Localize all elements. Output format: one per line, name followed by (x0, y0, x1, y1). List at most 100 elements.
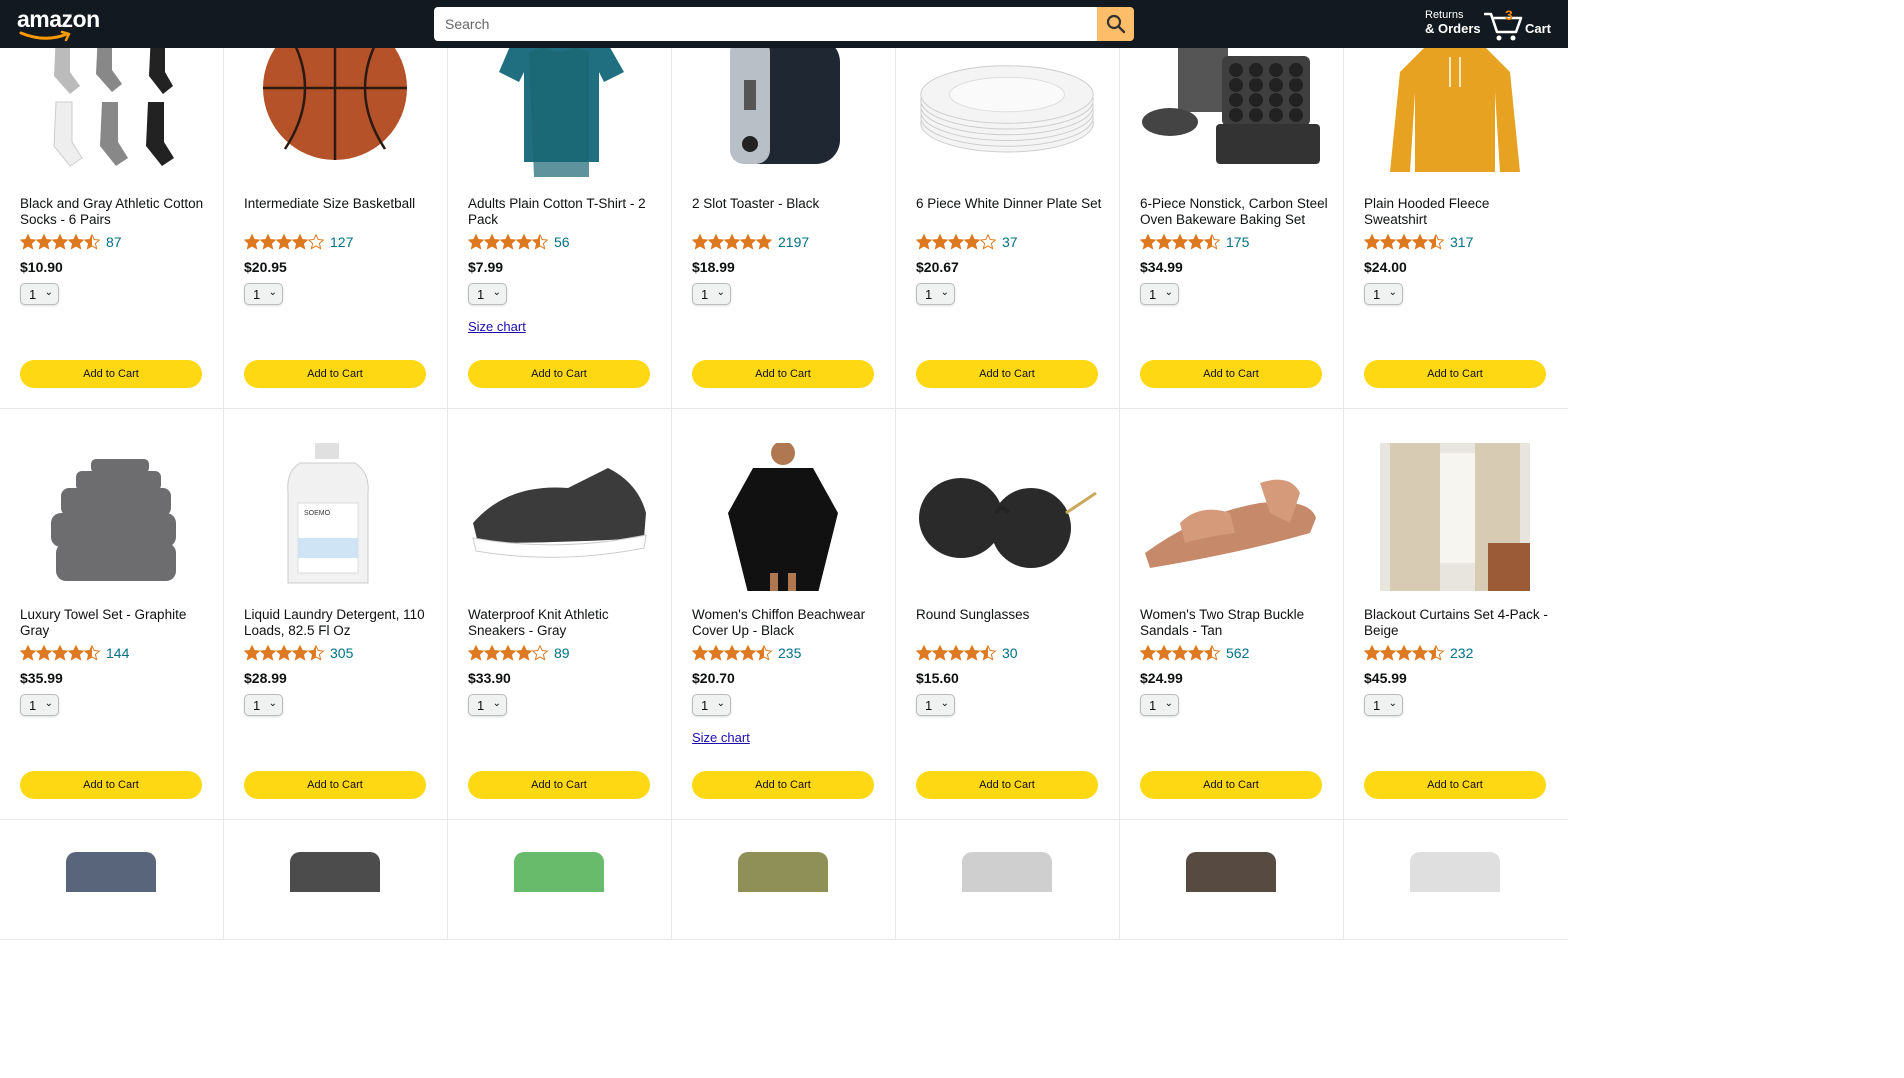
product-image[interactable] (468, 32, 650, 180)
add-to-cart-button[interactable]: Add to Cart (1140, 771, 1322, 799)
review-count-link[interactable]: 56 (554, 234, 570, 250)
star-rating-icon (20, 645, 100, 661)
quantity-value: 1 (477, 697, 485, 713)
quantity-select[interactable]: 1 ⌄ (1364, 283, 1403, 305)
quantity-value: 1 (701, 697, 709, 713)
review-count-link[interactable]: 37 (1002, 234, 1018, 250)
add-to-cart-button[interactable]: Add to Cart (468, 360, 650, 388)
product-rating: 56 (468, 234, 570, 250)
quantity-select[interactable]: 1 ⌄ (916, 283, 955, 305)
review-count-link[interactable]: 232 (1450, 645, 1473, 661)
chevron-down-icon: ⌄ (492, 287, 501, 298)
star-rating-icon (468, 645, 548, 661)
review-count-link[interactable]: 89 (554, 645, 570, 661)
quantity-select[interactable]: 1 ⌄ (1364, 694, 1403, 716)
quantity-select[interactable]: 1 ⌄ (244, 283, 283, 305)
amazon-logo[interactable]: amazon (17, 6, 107, 42)
product-image[interactable] (692, 852, 874, 892)
product-image[interactable] (1364, 443, 1546, 591)
product-image[interactable] (916, 32, 1098, 180)
product-image[interactable] (692, 32, 874, 180)
quantity-select[interactable]: 1 ⌄ (20, 283, 59, 305)
add-to-cart-button[interactable]: Add to Cart (20, 360, 202, 388)
product-price: $10.90 (20, 259, 63, 275)
product-image[interactable] (916, 852, 1098, 892)
chevron-down-icon: ⌄ (44, 698, 53, 709)
chevron-down-icon: ⌄ (1388, 287, 1397, 298)
add-to-cart-button[interactable]: Add to Cart (244, 771, 426, 799)
quantity-value: 1 (925, 286, 933, 302)
product-card (448, 820, 672, 939)
search-icon (1106, 14, 1125, 34)
add-to-cart-button[interactable]: Add to Cart (692, 771, 874, 799)
size-chart-link[interactable]: Size chart (468, 319, 526, 334)
product-image[interactable] (20, 852, 202, 892)
review-count-link[interactable]: 144 (106, 645, 129, 661)
star-rating-icon (1364, 645, 1444, 661)
product-image[interactable] (244, 852, 426, 892)
product-card: Blackout Curtains Set 4-Pack - Beige 232… (1344, 409, 1568, 819)
quantity-select[interactable]: 1 ⌄ (468, 283, 507, 305)
add-to-cart-button[interactable]: Add to Cart (1140, 360, 1322, 388)
review-count-link[interactable]: 305 (330, 645, 353, 661)
quantity-select[interactable]: 1 ⌄ (692, 694, 731, 716)
add-to-cart-button[interactable]: Add to Cart (20, 771, 202, 799)
product-image[interactable] (916, 443, 1098, 591)
product-image[interactable] (1140, 852, 1322, 892)
product-rating: 232 (1364, 645, 1473, 661)
product-price: $34.99 (1140, 259, 1183, 275)
product-image[interactable] (692, 443, 874, 591)
quantity-select[interactable]: 1 ⌄ (692, 283, 731, 305)
quantity-select[interactable]: 1 ⌄ (1140, 283, 1179, 305)
review-count-link[interactable]: 87 (106, 234, 122, 250)
product-image[interactable] (1140, 443, 1322, 591)
quantity-select[interactable]: 1 ⌄ (468, 694, 507, 716)
product-card: Women's Two Strap Buckle Sandals - Tan 5… (1120, 409, 1344, 819)
quantity-select[interactable]: 1 ⌄ (1140, 694, 1179, 716)
product-image[interactable] (244, 32, 426, 180)
product-rating: 144 (20, 645, 129, 661)
add-to-cart-button[interactable]: Add to Cart (1364, 771, 1546, 799)
review-count-link[interactable]: 317 (1450, 234, 1473, 250)
product-image[interactable] (468, 852, 650, 892)
product-image[interactable] (1364, 32, 1546, 180)
product-image[interactable] (468, 443, 650, 591)
product-name: 6-Piece Nonstick, Carbon Steel Oven Bake… (1140, 196, 1328, 227)
star-rating-icon (1364, 234, 1444, 250)
quantity-select[interactable]: 1 ⌄ (20, 694, 59, 716)
search-input[interactable] (434, 7, 1097, 41)
product-image[interactable] (1140, 32, 1322, 180)
product-image[interactable] (20, 443, 202, 591)
add-to-cart-button[interactable]: Add to Cart (244, 360, 426, 388)
review-count-link[interactable]: 235 (778, 645, 801, 661)
review-count-link[interactable]: 562 (1226, 645, 1249, 661)
add-to-cart-button[interactable]: Add to Cart (1364, 360, 1546, 388)
add-to-cart-button[interactable]: Add to Cart (916, 360, 1098, 388)
review-count-link[interactable]: 127 (330, 234, 353, 250)
product-image[interactable]: SOEMO (244, 443, 426, 591)
review-count-link[interactable]: 175 (1226, 234, 1249, 250)
quantity-select[interactable]: 1 ⌄ (244, 694, 283, 716)
quantity-select[interactable]: 1 ⌄ (916, 694, 955, 716)
logo-smile-icon (19, 30, 71, 42)
review-count-link[interactable]: 2197 (778, 234, 809, 250)
product-card (896, 820, 1120, 939)
search-button[interactable] (1097, 7, 1134, 41)
size-chart-link[interactable]: Size chart (692, 730, 750, 745)
product-card: SOEMO Liquid Laundry Detergent, 110 Load… (224, 409, 448, 819)
product-name: 2 Slot Toaster - Black (692, 196, 820, 211)
product-image[interactable] (20, 32, 202, 180)
add-to-cart-button[interactable]: Add to Cart (468, 771, 650, 799)
add-to-cart-button[interactable]: Add to Cart (916, 771, 1098, 799)
quantity-value: 1 (253, 697, 261, 713)
returns-orders-link[interactable]: Returns & Orders (1425, 9, 1481, 35)
product-image[interactable] (1364, 852, 1546, 892)
product-rating: 87 (20, 234, 122, 250)
product-price: $20.95 (244, 259, 287, 275)
star-rating-icon (468, 234, 548, 250)
add-to-cart-button[interactable]: Add to Cart (692, 360, 874, 388)
orders-label: & Orders (1425, 21, 1481, 36)
cart-link[interactable]: 3 Cart (1484, 6, 1564, 42)
star-rating-icon (244, 234, 324, 250)
review-count-link[interactable]: 30 (1002, 645, 1018, 661)
